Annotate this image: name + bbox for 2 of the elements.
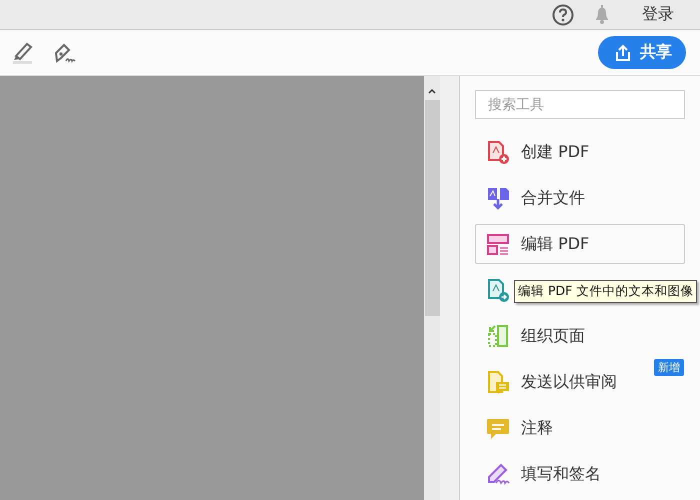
tooltip: 编辑 PDF 文件中的文本和图像 (514, 280, 698, 303)
new-badge: 新增 (654, 359, 684, 376)
